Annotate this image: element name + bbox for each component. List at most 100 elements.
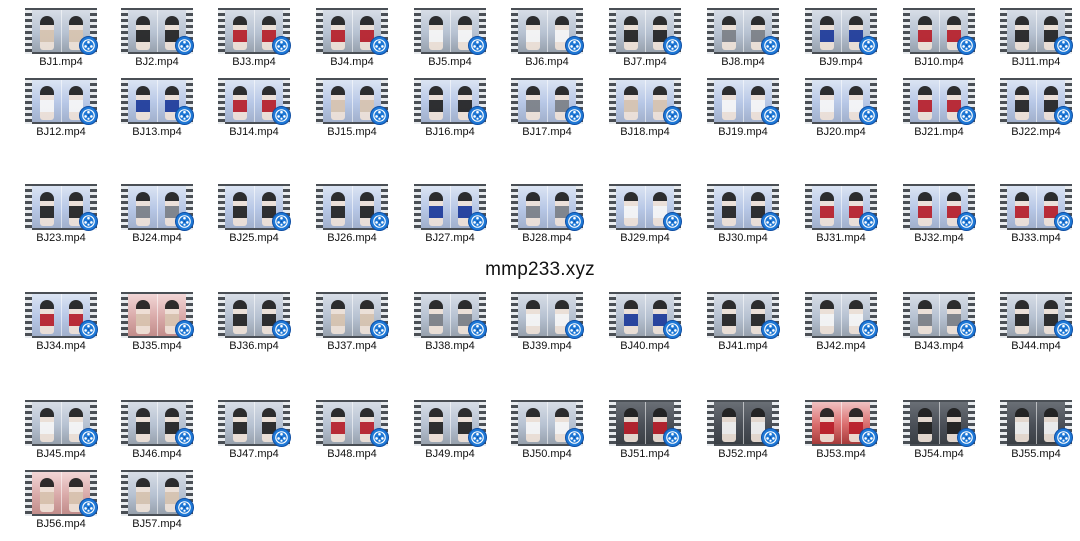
file-name[interactable]: BJ44.mp4	[990, 339, 1080, 353]
file-name[interactable]: BJ22.mp4	[990, 125, 1080, 139]
file-name[interactable]: BJ54.mp4	[893, 447, 985, 461]
file-name[interactable]: BJ8.mp4	[697, 55, 789, 69]
file-name[interactable]: BJ25.mp4	[208, 231, 300, 245]
file-item[interactable]: BJ38.mp4	[404, 292, 496, 352]
file-item[interactable]: BJ54.mp4	[893, 400, 985, 460]
file-item[interactable]: BJ16.mp4	[404, 78, 496, 138]
file-item[interactable]: BJ49.mp4	[404, 400, 496, 460]
file-item[interactable]: BJ15.mp4	[306, 78, 398, 138]
file-item[interactable]: BJ13.mp4	[111, 78, 203, 138]
file-item[interactable]: BJ24.mp4	[111, 184, 203, 244]
file-name[interactable]: BJ19.mp4	[697, 125, 789, 139]
file-item[interactable]: BJ32.mp4	[893, 184, 985, 244]
file-name[interactable]: BJ45.mp4	[15, 447, 107, 461]
file-item[interactable]: BJ35.mp4	[111, 292, 203, 352]
file-item[interactable]: BJ48.mp4	[306, 400, 398, 460]
file-item[interactable]: BJ2.mp4	[111, 8, 203, 68]
file-item[interactable]: BJ10.mp4	[893, 8, 985, 68]
file-name[interactable]: BJ34.mp4	[15, 339, 107, 353]
file-name[interactable]: BJ13.mp4	[111, 125, 203, 139]
file-item[interactable]: BJ5.mp4	[404, 8, 496, 68]
file-item[interactable]: BJ55.mp4	[990, 400, 1080, 460]
file-item[interactable]: BJ41.mp4	[697, 292, 789, 352]
file-name[interactable]: BJ53.mp4	[795, 447, 887, 461]
file-name[interactable]: BJ46.mp4	[111, 447, 203, 461]
file-item[interactable]: BJ21.mp4	[893, 78, 985, 138]
file-item[interactable]: BJ1.mp4	[15, 8, 107, 68]
file-item[interactable]: BJ37.mp4	[306, 292, 398, 352]
file-name[interactable]: BJ39.mp4	[501, 339, 593, 353]
file-item[interactable]: BJ33.mp4	[990, 184, 1080, 244]
file-name[interactable]: BJ30.mp4	[697, 231, 789, 245]
file-item[interactable]: BJ53.mp4	[795, 400, 887, 460]
file-item[interactable]: BJ19.mp4	[697, 78, 789, 138]
file-item[interactable]: BJ26.mp4	[306, 184, 398, 244]
file-item[interactable]: BJ8.mp4	[697, 8, 789, 68]
file-item[interactable]: BJ40.mp4	[599, 292, 691, 352]
file-name[interactable]: BJ57.mp4	[111, 517, 203, 531]
file-name[interactable]: BJ11.mp4	[990, 55, 1080, 69]
file-item[interactable]: BJ51.mp4	[599, 400, 691, 460]
file-item[interactable]: BJ28.mp4	[501, 184, 593, 244]
file-item[interactable]: BJ56.mp4	[15, 470, 107, 530]
file-item[interactable]: BJ25.mp4	[208, 184, 300, 244]
file-item[interactable]: BJ20.mp4	[795, 78, 887, 138]
file-name[interactable]: BJ48.mp4	[306, 447, 398, 461]
file-name[interactable]: BJ47.mp4	[208, 447, 300, 461]
file-name[interactable]: BJ12.mp4	[15, 125, 107, 139]
file-item[interactable]: BJ47.mp4	[208, 400, 300, 460]
file-item[interactable]: BJ23.mp4	[15, 184, 107, 244]
file-name[interactable]: BJ14.mp4	[208, 125, 300, 139]
file-name[interactable]: BJ49.mp4	[404, 447, 496, 461]
file-item[interactable]: BJ12.mp4	[15, 78, 107, 138]
file-name[interactable]: BJ50.mp4	[501, 447, 593, 461]
file-name[interactable]: BJ52.mp4	[697, 447, 789, 461]
file-name[interactable]: BJ36.mp4	[208, 339, 300, 353]
file-name[interactable]: BJ38.mp4	[404, 339, 496, 353]
file-name[interactable]: BJ35.mp4	[111, 339, 203, 353]
file-name[interactable]: BJ29.mp4	[599, 231, 691, 245]
file-name[interactable]: BJ27.mp4	[404, 231, 496, 245]
file-name[interactable]: BJ17.mp4	[501, 125, 593, 139]
file-name[interactable]: BJ20.mp4	[795, 125, 887, 139]
file-name[interactable]: BJ6.mp4	[501, 55, 593, 69]
file-name[interactable]: BJ9.mp4	[795, 55, 887, 69]
file-item[interactable]: BJ57.mp4	[111, 470, 203, 530]
file-item[interactable]: BJ52.mp4	[697, 400, 789, 460]
file-name[interactable]: BJ5.mp4	[404, 55, 496, 69]
file-name[interactable]: BJ7.mp4	[599, 55, 691, 69]
file-item[interactable]: BJ34.mp4	[15, 292, 107, 352]
file-item[interactable]: BJ50.mp4	[501, 400, 593, 460]
file-item[interactable]: BJ31.mp4	[795, 184, 887, 244]
file-item[interactable]: BJ17.mp4	[501, 78, 593, 138]
file-item[interactable]: BJ22.mp4	[990, 78, 1080, 138]
file-name[interactable]: BJ23.mp4	[15, 231, 107, 245]
file-item[interactable]: BJ29.mp4	[599, 184, 691, 244]
file-name[interactable]: BJ56.mp4	[15, 517, 107, 531]
file-name[interactable]: BJ32.mp4	[893, 231, 985, 245]
file-item[interactable]: BJ39.mp4	[501, 292, 593, 352]
file-item[interactable]: BJ36.mp4	[208, 292, 300, 352]
file-item[interactable]: BJ42.mp4	[795, 292, 887, 352]
file-item[interactable]: BJ4.mp4	[306, 8, 398, 68]
file-item[interactable]: BJ11.mp4	[990, 8, 1080, 68]
file-name[interactable]: BJ2.mp4	[111, 55, 203, 69]
file-name[interactable]: BJ15.mp4	[306, 125, 398, 139]
file-name[interactable]: BJ10.mp4	[893, 55, 985, 69]
file-item[interactable]: BJ30.mp4	[697, 184, 789, 244]
file-name[interactable]: BJ4.mp4	[306, 55, 398, 69]
file-name[interactable]: BJ16.mp4	[404, 125, 496, 139]
file-name[interactable]: BJ51.mp4	[599, 447, 691, 461]
file-name[interactable]: BJ21.mp4	[893, 125, 985, 139]
file-name[interactable]: BJ41.mp4	[697, 339, 789, 353]
file-item[interactable]: BJ45.mp4	[15, 400, 107, 460]
file-item[interactable]: BJ14.mp4	[208, 78, 300, 138]
file-item[interactable]: BJ9.mp4	[795, 8, 887, 68]
file-name[interactable]: BJ3.mp4	[208, 55, 300, 69]
file-item[interactable]: BJ43.mp4	[893, 292, 985, 352]
file-name[interactable]: BJ43.mp4	[893, 339, 985, 353]
file-name[interactable]: BJ28.mp4	[501, 231, 593, 245]
file-item[interactable]: BJ6.mp4	[501, 8, 593, 68]
file-name[interactable]: BJ42.mp4	[795, 339, 887, 353]
file-item[interactable]: BJ7.mp4	[599, 8, 691, 68]
